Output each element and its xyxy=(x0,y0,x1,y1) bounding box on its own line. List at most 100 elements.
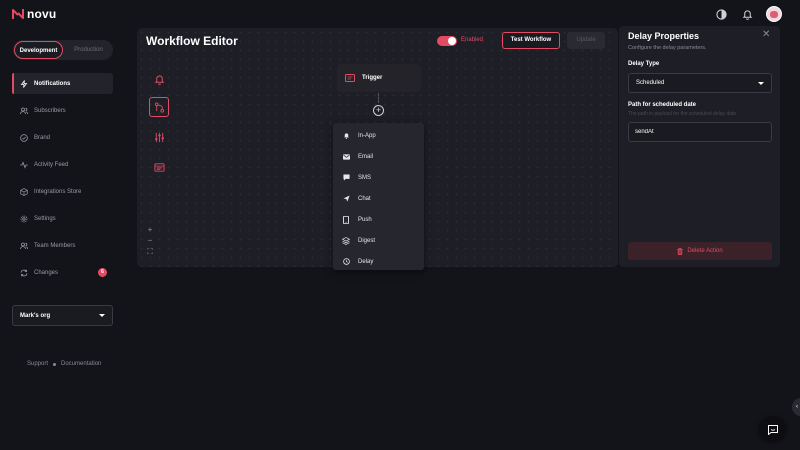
step-label: Email xyxy=(358,153,374,160)
sidebar-nav: Notifications Subscribers Brand Activity… xyxy=(12,73,113,289)
layout-icon xyxy=(153,162,165,172)
trigger-label: Trigger xyxy=(362,75,383,81)
layers-icon xyxy=(342,236,350,245)
update-button[interactable]: Update xyxy=(567,32,605,49)
step-option-email[interactable]: Email xyxy=(333,146,424,167)
delay-type-value: Scheduled xyxy=(636,80,665,86)
sidebar-item-label: Settings xyxy=(34,215,56,222)
clock-icon xyxy=(342,258,350,266)
support-link[interactable]: Support xyxy=(27,361,48,367)
sidebar-item-integrations-store[interactable]: Integrations Store xyxy=(12,181,113,202)
documentation-link[interactable]: Documentation xyxy=(61,361,101,367)
step-option-delay[interactable]: Delay xyxy=(333,251,424,272)
sliders-icon xyxy=(154,132,164,142)
sidebar-item-label: Brand xyxy=(34,134,51,141)
page-title: Workflow Editor xyxy=(146,34,238,48)
bell-icon[interactable] xyxy=(740,7,754,21)
novu-logo[interactable]: novu xyxy=(12,7,56,21)
users-icon xyxy=(20,107,28,115)
panel-subtitle: Configure the delay parameters. xyxy=(628,45,707,51)
step-option-sms[interactable]: SMS xyxy=(333,167,424,188)
sidebar-item-settings[interactable]: Settings xyxy=(12,208,113,229)
delay-type-select[interactable]: Scheduled xyxy=(628,73,772,93)
sync-icon xyxy=(20,269,28,277)
env-development[interactable]: Development xyxy=(14,41,63,59)
tool-notification-settings[interactable] xyxy=(149,69,169,89)
sidebar-item-label: Activity Feed xyxy=(34,161,69,168)
bolt-icon xyxy=(20,79,28,88)
environment-switch[interactable]: Development Production xyxy=(13,40,113,60)
fit-view-button[interactable]: ⛶ xyxy=(146,248,154,256)
tool-layout[interactable] xyxy=(149,157,169,177)
sms-icon xyxy=(342,174,350,182)
chevron-down-icon xyxy=(99,314,105,317)
step-option-in-app[interactable]: In-App xyxy=(333,125,424,146)
test-workflow-button[interactable]: Test Workflow xyxy=(502,32,560,49)
sidebar-item-label: Changes xyxy=(34,269,59,276)
bell-icon xyxy=(342,132,350,140)
activity-icon xyxy=(20,160,28,169)
delete-action-label: Delete Action xyxy=(687,248,723,254)
check-circle-icon xyxy=(20,133,28,142)
add-step-menu: In-App Email SMS Chat Push Digest Delay xyxy=(333,123,424,270)
close-icon[interactable]: ✕ xyxy=(762,30,770,40)
novu-logo-icon xyxy=(12,9,24,19)
separator-dot xyxy=(53,362,57,366)
sidebar-item-label: Subscribers xyxy=(34,107,66,114)
edge-collapse-handle[interactable]: ‹ xyxy=(792,398,800,416)
panel-title: Delay Properties xyxy=(628,31,700,41)
sidebar-item-notifications[interactable]: Notifications xyxy=(12,73,113,94)
route-icon xyxy=(154,101,164,113)
step-label: Delay xyxy=(358,258,374,265)
trigger-icon xyxy=(345,74,355,82)
step-label: Chat xyxy=(358,195,371,202)
add-step-button[interactable]: + xyxy=(373,105,384,116)
sidebar-item-brand[interactable]: Brand xyxy=(12,127,113,148)
step-option-chat[interactable]: Chat xyxy=(333,188,424,209)
team-icon xyxy=(20,242,28,250)
mail-icon xyxy=(342,153,350,161)
delay-type-label: Delay Type xyxy=(628,61,660,67)
phone-icon xyxy=(342,215,350,224)
bell-icon xyxy=(154,74,164,85)
chevron-down-icon xyxy=(758,81,764,85)
send-icon xyxy=(342,195,350,203)
sidebar: Development Production Notifications Sub… xyxy=(0,28,125,450)
changes-count-badge: 6 xyxy=(98,268,107,277)
step-label: In-App xyxy=(358,132,376,139)
env-production[interactable]: Production xyxy=(65,41,112,59)
step-label: SMS xyxy=(358,174,372,181)
step-label: Digest xyxy=(358,237,376,244)
chat-icon xyxy=(767,424,778,435)
box-icon xyxy=(20,187,28,196)
tool-settings-sliders[interactable] xyxy=(149,127,169,147)
sidebar-item-label: Integrations Store xyxy=(34,188,82,195)
trash-icon xyxy=(677,247,684,255)
tool-workflow-editor[interactable] xyxy=(149,97,169,117)
path-description: The path in payload for the scheduled de… xyxy=(628,111,737,117)
trigger-node[interactable]: Trigger xyxy=(337,64,421,92)
zoom-controls: + − ⛶ xyxy=(146,226,154,256)
step-option-digest[interactable]: Digest xyxy=(333,230,424,251)
sidebar-item-team-members[interactable]: Team Members xyxy=(12,235,113,256)
path-label: Path for scheduled date xyxy=(628,102,697,108)
sidebar-item-changes[interactable]: Changes 6 xyxy=(12,262,113,283)
organization-name: Mark's org xyxy=(20,312,51,319)
sidebar-item-subscribers[interactable]: Subscribers xyxy=(12,100,113,121)
logo-text: novu xyxy=(27,7,57,21)
sidebar-item-activity-feed[interactable]: Activity Feed xyxy=(12,154,113,175)
theme-toggle-icon[interactable] xyxy=(714,7,728,21)
sidebar-item-label: Team Members xyxy=(34,242,76,249)
zoom-out-button[interactable]: − xyxy=(146,237,154,245)
sidebar-footer: Support Documentation xyxy=(27,361,101,367)
zoom-in-button[interactable]: + xyxy=(146,226,154,234)
organization-select[interactable]: Mark's org xyxy=(12,305,113,326)
path-input[interactable] xyxy=(628,122,772,142)
delete-action-button[interactable]: Delete Action xyxy=(628,242,772,260)
support-chat-button[interactable] xyxy=(759,417,786,442)
step-option-push[interactable]: Push xyxy=(333,209,424,230)
toggle-label: Enabled xyxy=(461,37,484,43)
user-avatar[interactable] xyxy=(766,6,782,22)
workflow-enabled-toggle[interactable] xyxy=(437,36,457,46)
node-connector xyxy=(378,93,379,103)
